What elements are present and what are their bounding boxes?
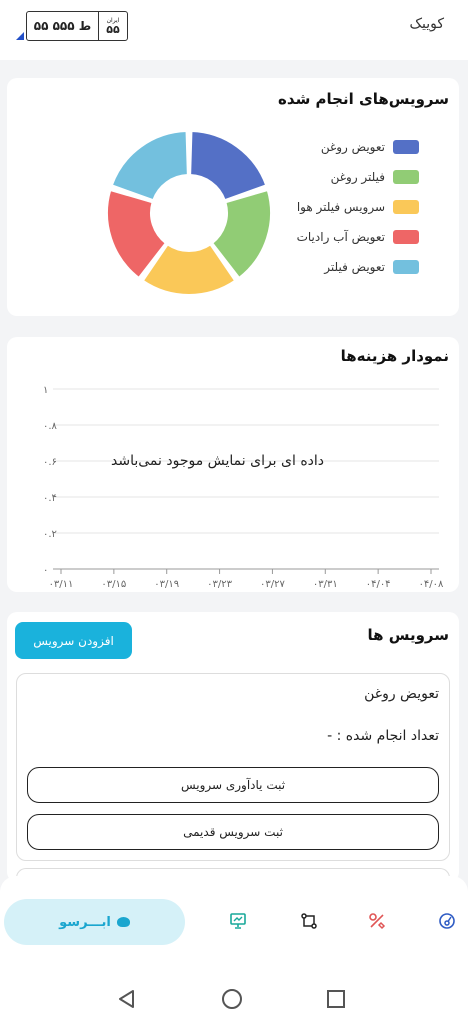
service-item[interactable]: تعویض روغن تعداد انجام شده : - ثبت یادآو… bbox=[16, 673, 450, 861]
brand-logo-icon bbox=[116, 917, 130, 927]
legend-item[interactable]: تعویض آب رادیات bbox=[279, 222, 419, 252]
cost-chart-card: نمودار هزینه‌ها ۰ ۰.۲ ۰.۴ ۰.۶ ۰.۸ ۱ ۰۳/۱۱ ۰۳/۱۵… bbox=[7, 337, 459, 592]
plate-number: ۵۵ ط ۵۵۵ bbox=[27, 12, 99, 40]
top-bar: کوییک ۵۵ ط ۵۵۵ ایران ۵۵ bbox=[0, 0, 468, 60]
legend-swatch bbox=[393, 170, 419, 184]
legend-item[interactable]: تعویض روغن bbox=[279, 132, 419, 162]
route-icon[interactable] bbox=[300, 912, 318, 930]
y-tick-label: ۰.۶ bbox=[43, 457, 57, 468]
plate-region: ایران ۵۵ bbox=[99, 12, 127, 40]
bottom-navigation: ابـــرسو bbox=[0, 876, 468, 970]
legend-item[interactable]: فیلتر روغن bbox=[279, 162, 419, 192]
add-old-service-button[interactable]: ثبت سرویس قدیمی bbox=[27, 814, 439, 850]
donut-slice[interactable] bbox=[110, 130, 189, 202]
x-tick-label: ۰۳/۱۹ bbox=[154, 579, 179, 590]
plate-flag-icon bbox=[16, 32, 24, 40]
home-icon[interactable] bbox=[221, 988, 243, 1010]
car-name[interactable]: کوییک bbox=[409, 16, 444, 32]
legend-label: تعویض فیلتر bbox=[324, 260, 385, 274]
gauge-icon[interactable] bbox=[438, 912, 456, 930]
add-service-button[interactable]: افزودن سرویس bbox=[15, 622, 132, 659]
system-navigation-bar bbox=[0, 970, 468, 1024]
y-tick-label: ۰.۲ bbox=[43, 529, 57, 540]
x-tick-label: ۰۴/۰۸ bbox=[419, 579, 444, 590]
services-chart-title: سرویس‌های انجام شده bbox=[278, 90, 449, 108]
legend-label: تعویض روغن bbox=[320, 140, 385, 154]
add-reminder-button[interactable]: ثبت یادآوری سرویس bbox=[27, 767, 439, 803]
y-tick-label: ۱ bbox=[43, 385, 48, 396]
nav-brand-tab[interactable]: ابـــرسو bbox=[4, 899, 185, 945]
legend-swatch bbox=[393, 260, 419, 274]
legend-label: تعویض آب رادیات bbox=[296, 230, 385, 244]
x-tick-label: ۰۳/۳۱ bbox=[313, 579, 338, 590]
y-tick-label: ۰.۴ bbox=[43, 493, 57, 504]
legend-item[interactable]: تعویض فیلتر bbox=[279, 252, 419, 282]
x-tick-label: ۰۳/۲۳ bbox=[207, 579, 232, 590]
services-card: سرویس ها افزودن سرویس تعویض روغن تعداد ا… bbox=[7, 612, 459, 888]
services-chart-card: سرویس‌های انجام شده تعویض روغن فیلتر روغن… bbox=[7, 78, 459, 316]
cost-line-chart: ۰ ۰.۲ ۰.۴ ۰.۶ ۰.۸ ۱ ۰۳/۱۱ ۰۳/۱۵ ۰۳/۱۹ ۰۳/۲۳ ۰۳/۲۷ ۰… bbox=[43, 385, 444, 590]
legend-swatch bbox=[393, 140, 419, 154]
services-legend: تعویض روغن فیلتر روغن سرویس فیلتر هوا تعویض… bbox=[279, 132, 419, 282]
x-tick-label: ۰۳/۱۵ bbox=[101, 579, 126, 590]
y-tick-label: ۰.۸ bbox=[43, 421, 58, 432]
no-data-message: داده ای برای نمایش موجود نمی‌باشد bbox=[111, 453, 325, 469]
legend-label: سرویس فیلتر هوا bbox=[296, 200, 385, 214]
tools-icon[interactable] bbox=[368, 912, 386, 930]
x-tick-label: ۰۴/۰۴ bbox=[366, 579, 391, 590]
plate-code: ۵۵ bbox=[106, 22, 120, 36]
cost-chart-title: نمودار هزینه‌ها bbox=[340, 347, 449, 365]
y-tick-label: ۰ bbox=[43, 565, 48, 576]
service-count: تعداد انجام شده : - bbox=[327, 728, 439, 744]
donut-slice[interactable] bbox=[189, 130, 268, 202]
legend-label: فیلتر روغن bbox=[330, 170, 385, 184]
services-title: سرویس ها bbox=[367, 626, 450, 644]
x-tick-label: ۰۳/۲۷ bbox=[260, 579, 285, 590]
legend-swatch bbox=[393, 200, 419, 214]
back-icon[interactable] bbox=[116, 988, 138, 1010]
legend-swatch bbox=[393, 230, 419, 244]
service-name: تعویض روغن bbox=[364, 686, 439, 702]
brand-label: ابـــرسو bbox=[59, 914, 111, 930]
legend-item[interactable]: سرویس فیلتر هوا bbox=[279, 192, 419, 222]
recents-icon[interactable] bbox=[325, 988, 347, 1010]
license-plate[interactable]: ۵۵ ط ۵۵۵ ایران ۵۵ bbox=[26, 11, 128, 41]
x-tick-label: ۰۳/۱۱ bbox=[49, 579, 74, 590]
services-donut-chart bbox=[106, 130, 272, 296]
presentation-icon[interactable] bbox=[229, 912, 247, 930]
